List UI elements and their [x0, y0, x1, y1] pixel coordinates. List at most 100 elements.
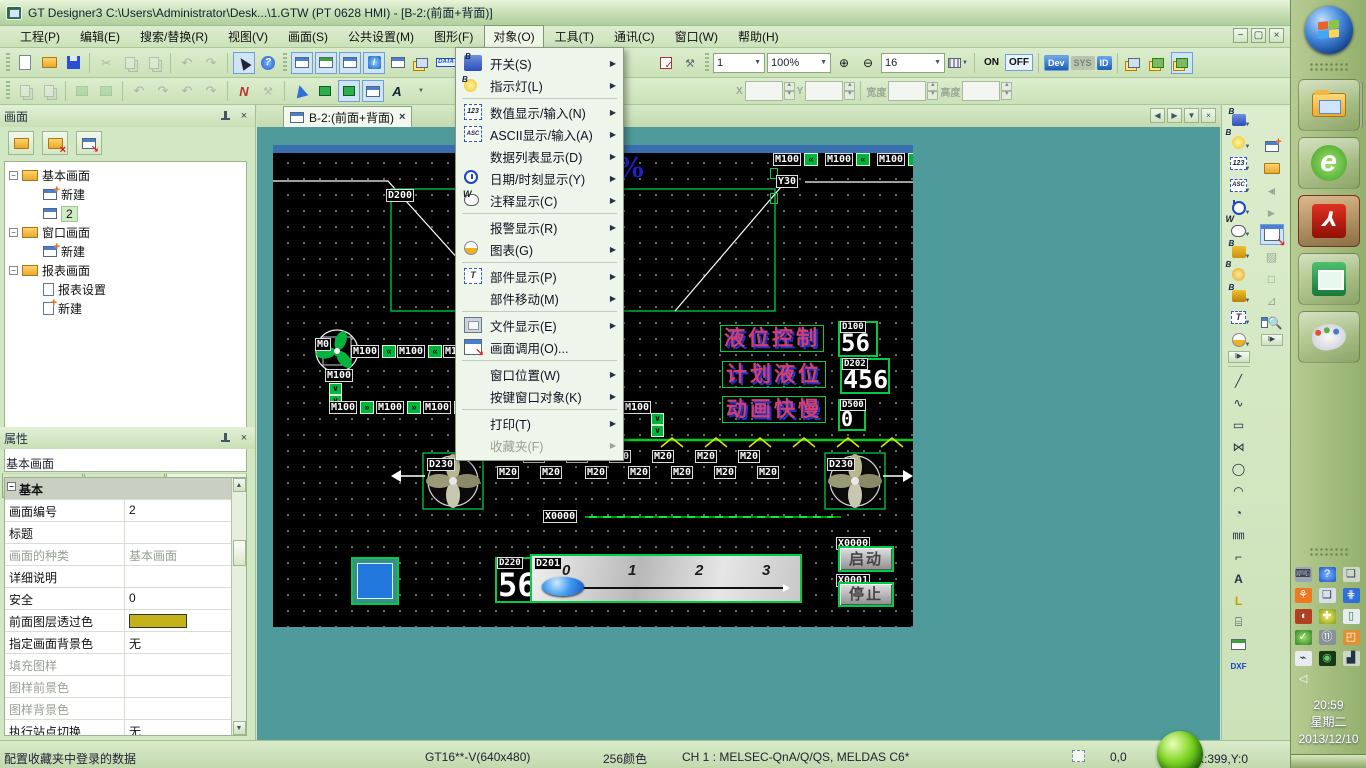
group-button[interactable]: [14, 80, 36, 102]
ungroup-button[interactable]: [38, 80, 60, 102]
tree-item-basic-screens[interactable]: − 基本画面: [7, 166, 244, 185]
parts-display-tool[interactable]: T▼: [1227, 307, 1251, 328]
menu-figure[interactable]: 图形(F): [425, 25, 482, 48]
screen-call-edit-button[interactable]: [362, 80, 384, 102]
tab-close-icon[interactable]: ×: [399, 111, 405, 123]
open-screen-tool[interactable]: [1260, 158, 1284, 179]
screen-palette-button[interactable]: [411, 52, 433, 74]
edit-canvas[interactable]: % M100« M100« M100« Y30 D200 M0 M100« M1…: [257, 127, 1220, 740]
property-row[interactable]: 填充图样: [5, 654, 231, 676]
tree-item-window-screens[interactable]: − 窗口画面: [7, 223, 244, 242]
sector-tool[interactable]: ◔: [1227, 502, 1251, 523]
device-label[interactable]: M100: [397, 345, 425, 358]
select-arrow-button[interactable]: [290, 80, 312, 102]
menu-help[interactable]: 帮助(H): [729, 25, 788, 48]
rectangle-tool[interactable]: ▭: [1227, 414, 1251, 435]
property-row[interactable]: 标题: [5, 522, 231, 544]
new-window-screen-button[interactable]: [315, 52, 337, 74]
tab-scroll-right-button[interactable]: ▶: [1167, 108, 1182, 123]
stroke-edit-button[interactable]: [233, 80, 255, 102]
menu-edit[interactable]: 编辑(E): [71, 25, 129, 48]
select-pointer-button[interactable]: [233, 52, 255, 74]
text-tool[interactable]: A: [1227, 568, 1251, 589]
numeric-display-d202[interactable]: D202 456: [840, 358, 890, 394]
tray-window-icon[interactable]: ❑: [1343, 567, 1360, 582]
device-label[interactable]: X0000: [543, 510, 577, 523]
menu-item-date-time[interactable]: 日期/时刻显示(Y)▶: [456, 167, 623, 189]
ascii-display-tool[interactable]: ASC▼: [1227, 175, 1251, 196]
property-row[interactable]: 指定画面背景色无: [5, 632, 231, 654]
toolbar-grip[interactable]: [6, 81, 10, 101]
property-row[interactable]: 安全0: [5, 588, 231, 610]
toolbar-grip[interactable]: [283, 53, 287, 73]
color-swatch[interactable]: [129, 614, 187, 628]
zoom-in-button[interactable]: ⊕: [833, 52, 855, 74]
select-object-button[interactable]: [314, 80, 336, 102]
grid-size-select[interactable]: 16▼: [881, 53, 945, 73]
screen-info-button[interactable]: i: [363, 52, 385, 74]
property-row[interactable]: 画面编号2: [5, 500, 231, 522]
circle-tool[interactable]: ◯: [1227, 458, 1251, 479]
device-label[interactable]: M100: [773, 153, 801, 166]
image-tool[interactable]: [1227, 634, 1251, 655]
property-panel-close-button[interactable]: ×: [237, 432, 251, 444]
new-base-screen-button[interactable]: [291, 52, 313, 74]
scroll-down-button[interactable]: ▼: [233, 721, 246, 735]
hmi-text-liquid-control[interactable]: 液位控制: [720, 325, 824, 352]
device-label[interactable]: M20: [628, 466, 650, 479]
tray-plug-icon[interactable]: ⌁: [1295, 651, 1312, 666]
align-left-button[interactable]: [71, 80, 93, 102]
tray-network-icon[interactable]: ▟: [1343, 651, 1360, 666]
data-view-button[interactable]: DATA: [435, 52, 457, 74]
frame-tool[interactable]: □: [1260, 268, 1284, 289]
device-label[interactable]: D230: [827, 458, 855, 471]
screen-panel-close-button[interactable]: ×: [237, 110, 251, 122]
text-dropdown[interactable]: ▼: [410, 80, 432, 102]
object-setting-button[interactable]: [257, 80, 279, 102]
tree-item-new-report[interactable]: 新建: [7, 299, 244, 318]
rotate-button[interactable]: [128, 80, 150, 102]
forward-screen-button[interactable]: ►: [1260, 202, 1284, 223]
device-label[interactable]: M20: [497, 466, 519, 479]
device-label[interactable]: M100: [329, 401, 357, 414]
copy-button[interactable]: [119, 52, 141, 74]
tray-volume-red-icon[interactable]: ◖: [1295, 609, 1312, 624]
menu-item-print[interactable]: 打印(T)▶: [456, 412, 623, 434]
device-label[interactable]: M100: [325, 369, 353, 382]
menu-tools[interactable]: 工具(T): [546, 25, 603, 48]
tab-scroll-left-button[interactable]: ◀: [1150, 108, 1165, 123]
menu-item-graph[interactable]: 图表(G)▶: [456, 238, 623, 260]
property-row[interactable]: 画面的种类基本画面: [5, 544, 231, 566]
numeric-display-d100[interactable]: D100 56: [838, 321, 878, 357]
help-button[interactable]: ?: [257, 52, 279, 74]
layer-back-button[interactable]: [1147, 52, 1169, 74]
zoom-select[interactable]: 100%▼: [767, 53, 831, 73]
menu-item-lamp[interactable]: 指示灯(L)▶: [456, 74, 623, 96]
pipe-tool[interactable]: ⌐: [1227, 546, 1251, 567]
pin-icon[interactable]: [219, 110, 231, 122]
menu-item-alarm-display[interactable]: 报警显示(R)▶: [456, 216, 623, 238]
menu-item-switch[interactable]: 开关(S)▶: [456, 52, 623, 74]
device-label[interactable]: D200: [386, 189, 414, 202]
device-label[interactable]: M100: [376, 401, 404, 414]
taskbar-clock[interactable]: 20:59 星期二 2013/12/10: [1298, 697, 1358, 748]
device-label[interactable]: M20: [695, 450, 717, 463]
select-figure-button[interactable]: [338, 80, 360, 102]
new-project-button[interactable]: [14, 52, 36, 74]
comment-display-tool[interactable]: ▼: [1227, 219, 1251, 240]
tree-item-new-window-screen[interactable]: 新建: [7, 242, 244, 261]
y-coord-stepper[interactable]: ▲▼: [805, 81, 855, 101]
device-label[interactable]: M20: [757, 466, 779, 479]
scroll-up-button[interactable]: ▲: [233, 478, 246, 492]
tray-box-icon[interactable]: ◰: [1343, 630, 1360, 645]
device-label[interactable]: M100: [351, 345, 379, 358]
scale-tool[interactable]: ㎜: [1227, 524, 1251, 545]
menu-item-key-window-object[interactable]: 按键窗口对象(K)▶: [456, 385, 623, 407]
tray-help-icon[interactable]: ?: [1319, 567, 1336, 582]
device-label[interactable]: M20: [540, 466, 562, 479]
pin-icon[interactable]: [219, 432, 231, 444]
back-screen-button[interactable]: ◄: [1260, 180, 1284, 201]
alarm-list-tool[interactable]: ▼: [1227, 285, 1251, 306]
mdi-minimize-button[interactable]: −: [1233, 28, 1248, 43]
hmi-text-animation-speed[interactable]: 动画快慢: [722, 396, 826, 423]
